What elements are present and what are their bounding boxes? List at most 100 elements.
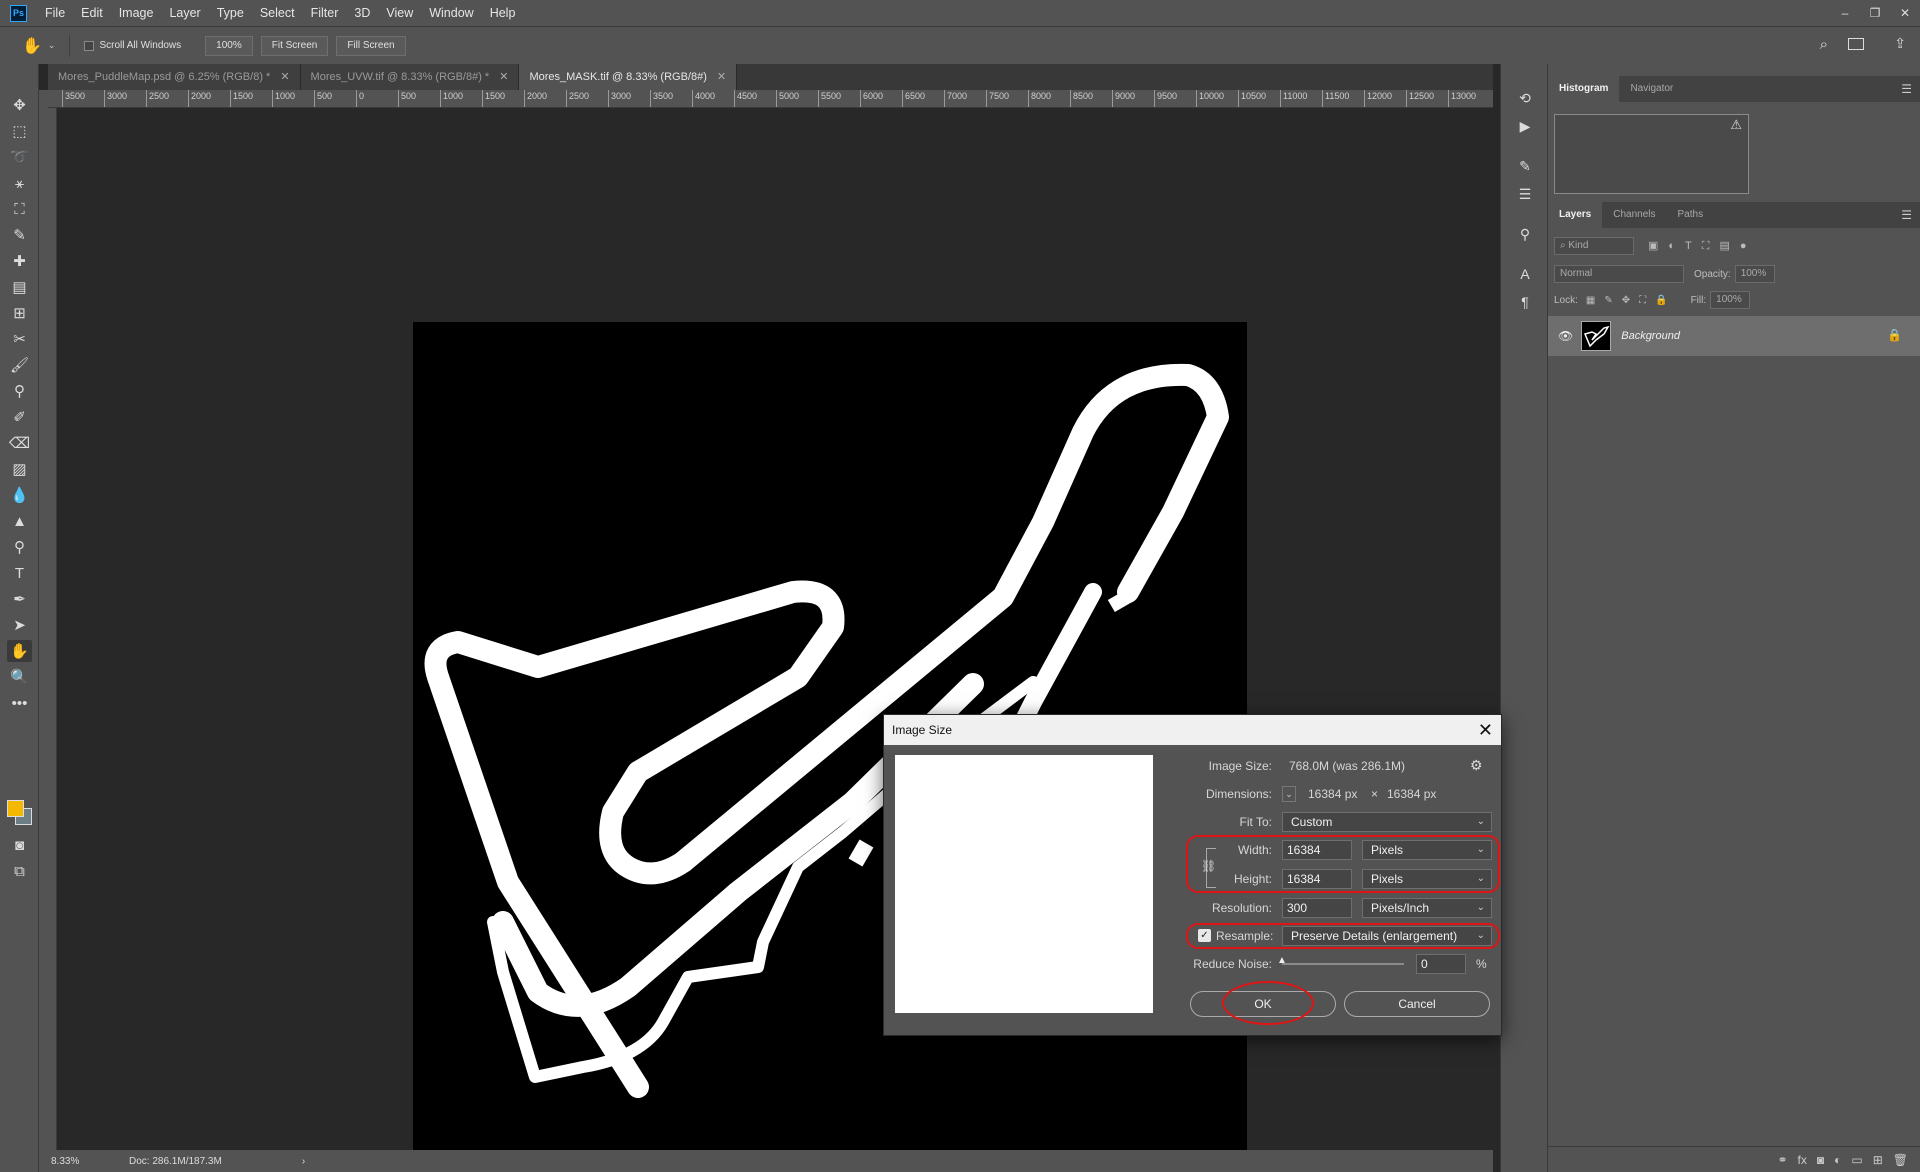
fill-input[interactable]: 100% bbox=[1710, 291, 1751, 309]
close-icon[interactable]: ✕ bbox=[280, 64, 289, 90]
tool-preset-chevron-icon[interactable]: ⌄ bbox=[48, 40, 56, 51]
reduce-noise-slider-thumb[interactable]: ▲ bbox=[1277, 955, 1287, 966]
dialog-title-bar[interactable]: Image Size ✕ bbox=[884, 715, 1501, 745]
dodge-tool-icon[interactable]: ⚲ bbox=[7, 536, 32, 558]
adjustments-icon[interactable]: ☰ bbox=[1515, 184, 1535, 204]
content-aware-move-icon[interactable]: ✂ bbox=[7, 328, 32, 350]
menu-window[interactable]: Window bbox=[421, 0, 481, 26]
menu-select[interactable]: Select bbox=[252, 0, 303, 26]
scroll-all-windows-checkbox[interactable]: Scroll All Windows bbox=[84, 40, 181, 51]
eye-icon[interactable]: 👁 bbox=[1558, 329, 1573, 343]
vertical-ruler[interactable] bbox=[39, 108, 57, 1158]
brush-tool-icon[interactable]: 🖌 bbox=[7, 354, 32, 376]
history-brush-tool-icon[interactable]: ✐ bbox=[7, 406, 32, 428]
magic-wand-tool-icon[interactable]: ⚹ bbox=[7, 172, 32, 194]
zoom-tool-icon[interactable]: 🔍 bbox=[7, 666, 32, 688]
cancel-button[interactable]: Cancel bbox=[1344, 991, 1490, 1017]
screen-mode-icon[interactable]: ⧉ bbox=[7, 860, 32, 882]
crop-tool-icon[interactable]: ⛶ bbox=[7, 198, 32, 220]
patch-tool-icon[interactable]: ▤ bbox=[7, 276, 32, 298]
move-tool-icon[interactable]: ✥ bbox=[7, 94, 32, 116]
filter-icons[interactable]: ▣◐T⛶▤● bbox=[1648, 239, 1757, 253]
eyedropper-tool-icon[interactable]: ✎ bbox=[7, 224, 32, 246]
restore-button[interactable]: ❐ bbox=[1860, 0, 1890, 26]
new-layer-icon[interactable]: ⊞ bbox=[1873, 1153, 1883, 1167]
menu-file[interactable]: File bbox=[37, 0, 73, 26]
gradient-tool-icon[interactable]: ▨ bbox=[7, 458, 32, 480]
eraser-tool-icon[interactable]: ⌫ bbox=[7, 432, 32, 454]
workspace-icon[interactable] bbox=[1848, 38, 1864, 50]
menu-image[interactable]: Image bbox=[111, 0, 162, 26]
actions-icon[interactable]: ▶ bbox=[1515, 116, 1535, 136]
path-selection-tool-icon[interactable]: ➤ bbox=[7, 614, 32, 636]
healing-brush-tool-icon[interactable]: ✚ bbox=[7, 250, 32, 272]
lock-icon[interactable]: 🔒 bbox=[1887, 328, 1902, 342]
close-window-button[interactable]: ✕ bbox=[1890, 0, 1920, 26]
delete-layer-icon[interactable]: 🗑 bbox=[1893, 1153, 1908, 1167]
resolution-unit-select[interactable]: Pixels/Inch ⌄ bbox=[1362, 898, 1492, 918]
more-tools-icon[interactable]: ••• bbox=[7, 692, 32, 714]
paragraph-icon[interactable]: ¶ bbox=[1515, 292, 1535, 312]
warning-icon[interactable]: ⚠ bbox=[1730, 117, 1742, 133]
zoom-level[interactable]: 8.33% bbox=[51, 1156, 111, 1167]
lock-icons[interactable]: ▦✎✥⛶🔒 bbox=[1586, 295, 1677, 306]
status-menu-arrow[interactable]: › bbox=[302, 1156, 305, 1167]
marquee-tool-icon[interactable]: ⬚ bbox=[7, 120, 32, 142]
lasso-tool-icon[interactable]: ➰ bbox=[7, 146, 32, 168]
zoom-100-button[interactable]: 100% bbox=[205, 35, 253, 56]
brush-settings-icon[interactable]: ✎ bbox=[1515, 156, 1535, 176]
tab-uvw[interactable]: Mores_UVW.tif @ 8.33% (RGB/8#) * ✕ bbox=[300, 64, 520, 90]
opacity-input[interactable]: 100% bbox=[1734, 265, 1775, 283]
checkbox-box[interactable] bbox=[84, 40, 95, 51]
hand-tool-icon[interactable]: ✋ bbox=[22, 36, 42, 56]
menu-help[interactable]: Help bbox=[482, 0, 524, 26]
hand-tool-icon[interactable]: ✋ bbox=[7, 640, 32, 662]
clone-stamp-tool-icon[interactable]: ⚲ bbox=[7, 380, 32, 402]
menu-3d[interactable]: 3D bbox=[346, 0, 378, 26]
type-tool-icon[interactable]: T bbox=[7, 562, 32, 584]
kind-filter-select[interactable]: ⌕ Kind bbox=[1554, 237, 1634, 255]
history-icon[interactable]: ⟲ bbox=[1515, 88, 1535, 108]
menu-layer[interactable]: Layer bbox=[161, 0, 208, 26]
reduce-noise-slider-track[interactable] bbox=[1282, 963, 1404, 965]
fill-screen-button[interactable]: Fill Screen bbox=[336, 35, 406, 56]
foreground-color-swatch[interactable] bbox=[7, 800, 24, 817]
character-icon[interactable]: A bbox=[1515, 264, 1535, 284]
tab-navigator[interactable]: Navigator bbox=[1619, 76, 1684, 102]
resolution-input[interactable]: 300 bbox=[1282, 898, 1352, 918]
chevron-down-icon[interactable]: ⌄ bbox=[1282, 786, 1296, 802]
tab-layers[interactable]: Layers bbox=[1548, 202, 1603, 228]
close-icon[interactable]: ✕ bbox=[499, 64, 508, 90]
blur-tool-icon[interactable]: 💧 bbox=[7, 484, 32, 506]
tab-mask[interactable]: Mores_MASK.tif @ 8.33% (RGB/8#) ✕ bbox=[519, 64, 738, 90]
group-icon[interactable]: ▭ bbox=[1851, 1153, 1862, 1167]
clone-source-icon[interactable]: ⚲ bbox=[1515, 224, 1535, 244]
reduce-noise-input[interactable]: 0 bbox=[1416, 954, 1466, 974]
fit-to-select[interactable]: Custom ⌄ bbox=[1282, 812, 1492, 832]
pen-tool-icon[interactable]: ✒ bbox=[7, 588, 32, 610]
minimize-button[interactable]: – bbox=[1830, 0, 1860, 26]
image-preview[interactable] bbox=[895, 755, 1153, 1013]
frame-tool-icon[interactable]: ⊞ bbox=[7, 302, 32, 324]
tab-puddlemap[interactable]: Mores_PuddleMap.psd @ 6.25% (RGB/8) * ✕ bbox=[48, 64, 301, 90]
sharpen-tool-icon[interactable]: ▲ bbox=[7, 510, 32, 532]
tab-channels[interactable]: Channels bbox=[1602, 202, 1666, 228]
panel-menu-icon[interactable]: ☰ bbox=[1901, 208, 1912, 222]
add-mask-icon[interactable]: ◙ bbox=[1817, 1153, 1824, 1167]
menu-edit[interactable]: Edit bbox=[73, 0, 111, 26]
link-layers-icon[interactable]: ⚭ bbox=[1777, 1153, 1787, 1167]
menu-view[interactable]: View bbox=[378, 0, 421, 26]
fit-screen-button[interactable]: Fit Screen bbox=[260, 35, 329, 56]
blend-mode-select[interactable]: Normal bbox=[1554, 265, 1684, 283]
gear-icon[interactable]: ⚙ bbox=[1470, 757, 1483, 774]
horizontal-ruler[interactable]: 3500 3000 2500 2000 1500 1000 500 0 500 1000 1500 2… bbox=[48, 90, 1493, 108]
quick-mask-icon[interactable]: ◙ bbox=[7, 834, 32, 856]
adjustment-layer-icon[interactable]: ◐ bbox=[1834, 1153, 1841, 1167]
menu-type[interactable]: Type bbox=[209, 0, 252, 26]
fx-icon[interactable]: fx bbox=[1798, 1153, 1807, 1167]
share-icon[interactable]: ⇪ bbox=[1894, 35, 1906, 52]
menu-filter[interactable]: Filter bbox=[303, 0, 347, 26]
panel-menu-icon[interactable]: ☰ bbox=[1901, 82, 1912, 96]
close-icon[interactable]: ✕ bbox=[1478, 715, 1493, 745]
layer-name[interactable]: Background bbox=[1621, 330, 1680, 342]
